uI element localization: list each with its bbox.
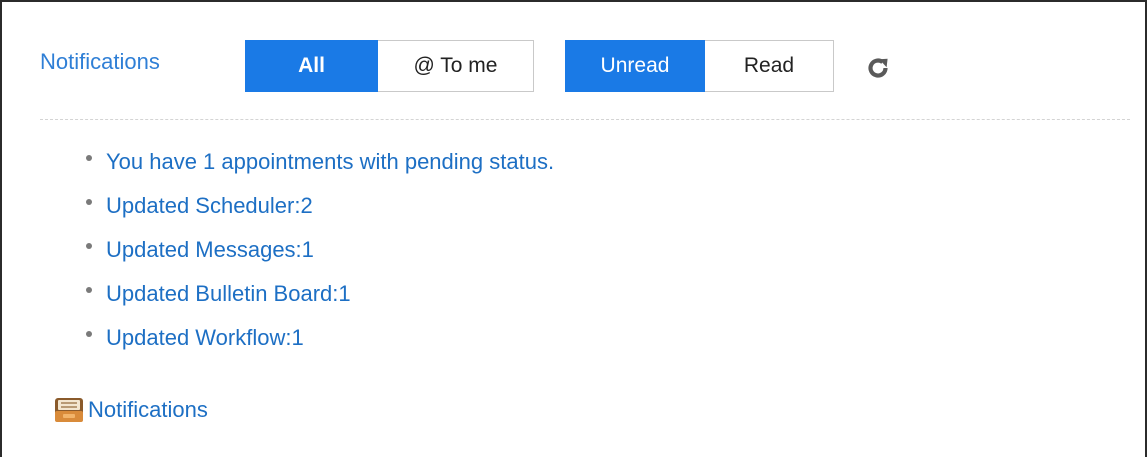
filter-all-button[interactable]: All	[245, 40, 378, 92]
refresh-icon[interactable]	[866, 56, 890, 80]
notifications-panel: Notifications All @ To me Unread Read Yo…	[0, 0, 1147, 457]
header-divider	[40, 119, 1130, 120]
bullet-icon	[86, 155, 92, 161]
panel-header: Notifications All @ To me Unread Read	[2, 2, 1145, 120]
list-item: Updated Scheduler:2	[86, 184, 554, 228]
notifications-footer-link[interactable]: Notifications	[52, 396, 208, 424]
notification-link-messages[interactable]: Updated Messages:1	[106, 237, 314, 263]
notification-link-scheduler[interactable]: Updated Scheduler:2	[106, 193, 313, 219]
inbox-tray-icon	[55, 398, 83, 422]
unread-button[interactable]: Unread	[565, 40, 705, 92]
filter-to-me-button[interactable]: @ To me	[378, 40, 534, 92]
read-button[interactable]: Read	[705, 40, 834, 92]
bullet-icon	[86, 331, 92, 337]
bullet-icon	[86, 243, 92, 249]
notification-link-workflow[interactable]: Updated Workflow:1	[106, 325, 304, 351]
panel-title[interactable]: Notifications	[40, 49, 160, 75]
filter-toggle-group: All @ To me	[245, 40, 534, 92]
notification-list: You have 1 appointments with pending sta…	[86, 140, 554, 360]
list-item: You have 1 appointments with pending sta…	[86, 140, 554, 184]
notification-link-bulletin-board[interactable]: Updated Bulletin Board:1	[106, 281, 351, 307]
read-status-toggle-group: Unread Read	[565, 40, 834, 92]
notification-link-pending-appointments[interactable]: You have 1 appointments with pending sta…	[106, 149, 554, 175]
bullet-icon	[86, 287, 92, 293]
footer-link-label[interactable]: Notifications	[88, 397, 208, 423]
list-item: Updated Messages:1	[86, 228, 554, 272]
bullet-icon	[86, 199, 92, 205]
list-item: Updated Bulletin Board:1	[86, 272, 554, 316]
list-item: Updated Workflow:1	[86, 316, 554, 360]
